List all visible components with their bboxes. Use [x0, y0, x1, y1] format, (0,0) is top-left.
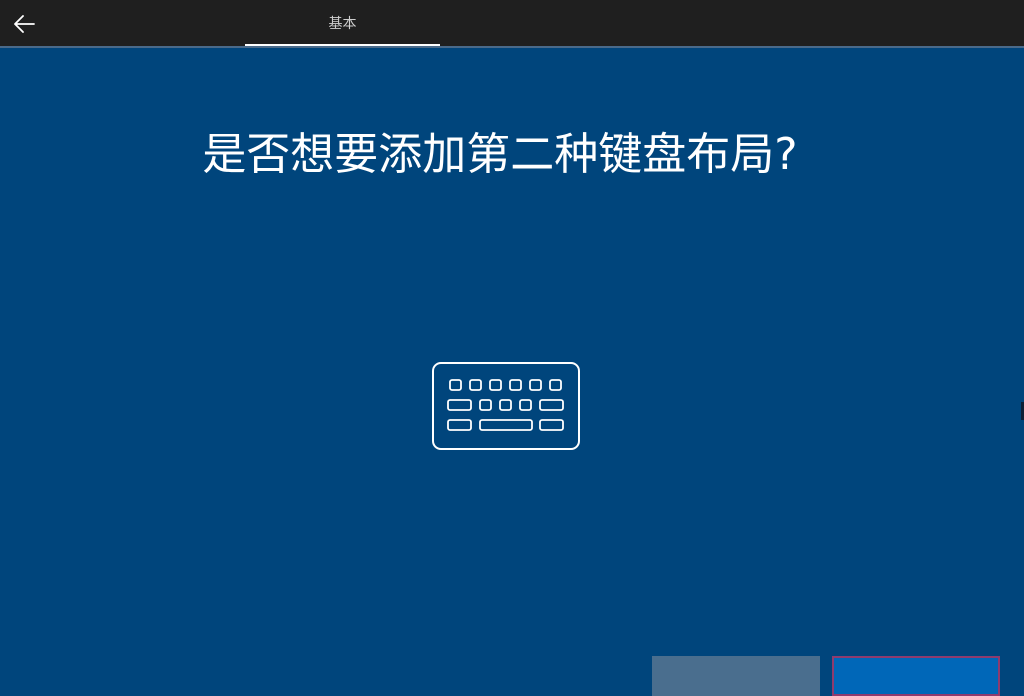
add-layout-button[interactable]: [832, 656, 1000, 696]
tab-label: 基本: [328, 16, 357, 32]
page-title: 是否想要添加第二种键盘布局?: [202, 129, 798, 180]
arrow-left-icon: [14, 15, 35, 33]
header-divider: [0, 46, 1024, 48]
back-button[interactable]: [8, 8, 40, 40]
skip-button[interactable]: [652, 656, 820, 696]
top-bar: 基本: [0, 0, 1024, 47]
keyboard-icon: [432, 362, 580, 450]
tab-basics[interactable]: 基本: [245, 0, 440, 46]
